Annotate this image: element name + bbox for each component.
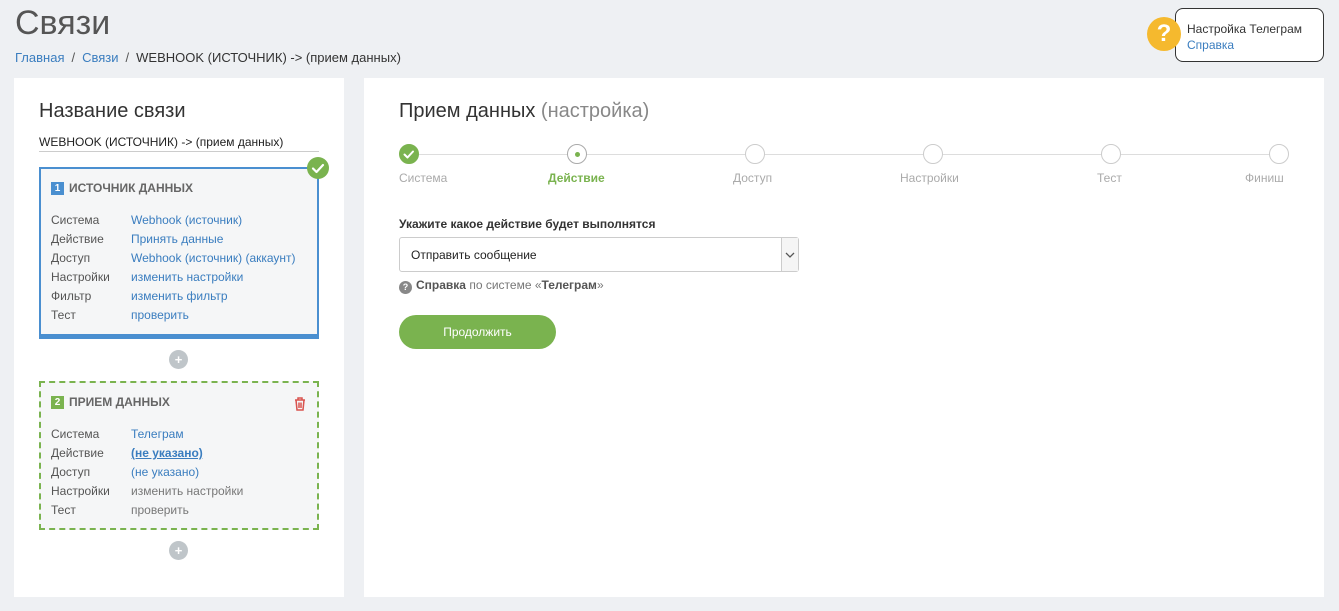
- step-label-settings: Настройки: [900, 171, 959, 185]
- trash-icon[interactable]: [293, 396, 307, 411]
- action-field-label: Укажите какое действие будет выполнятся: [399, 217, 656, 231]
- row-key: Настройки: [51, 270, 110, 284]
- breadcrumb-separator: /: [125, 50, 130, 65]
- step-label-system: Система: [399, 171, 448, 185]
- source-row-filter: Фильтр изменить фильтр: [51, 287, 296, 306]
- breadcrumb-separator: /: [71, 50, 76, 65]
- source-card-title: ИСТОЧНИК ДАННЫХ: [69, 181, 194, 195]
- row-key: Настройки: [51, 484, 110, 498]
- help-link[interactable]: Справка: [1187, 37, 1323, 53]
- action-select-value: Отправить сообщение: [411, 248, 537, 262]
- chevron-down-icon[interactable]: [781, 238, 798, 271]
- dest-row-access: Доступ (не указано): [51, 463, 243, 482]
- row-value-link[interactable]: (не указано): [131, 463, 199, 482]
- main-title-subtitle: (настройка): [540, 100, 650, 122]
- help-title: Настройка Телеграм: [1187, 22, 1302, 36]
- dest-card-rows: Система Телеграм Действие (не указано) Дос…: [51, 425, 243, 520]
- row-key: Действие: [51, 446, 104, 460]
- breadcrumb-home-link[interactable]: Главная: [15, 50, 64, 65]
- row-value-link[interactable]: проверить: [131, 306, 189, 325]
- source-card-header: 1 ИСТОЧНИК ДАННЫХ: [51, 181, 193, 195]
- row-value-link[interactable]: Webhook (источник): [131, 211, 242, 230]
- step-action-circle: [567, 144, 587, 164]
- row-key: Система: [51, 213, 100, 227]
- source-card[interactable]: 1 ИСТОЧНИК ДАННЫХ Система Webhook (источни…: [39, 157, 329, 339]
- row-key: Действие: [51, 232, 104, 246]
- help-hint: ? Справка по системе «Телеграм»: [399, 278, 604, 294]
- row-key: Тест: [51, 503, 76, 517]
- check-icon: [403, 150, 414, 159]
- breadcrumb-current: WEBHOOK (ИСТОЧНИК) -> (прием данных): [136, 50, 401, 65]
- hint-end: »: [596, 278, 604, 292]
- hint-text: по системе «: [465, 278, 542, 292]
- sidebar-title: Название связи: [39, 100, 186, 122]
- source-row-settings: Настройки изменить настройки: [51, 268, 296, 287]
- row-value-link[interactable]: Webhook (источник) (аккаунт): [131, 249, 296, 268]
- main-title: Прием данных (настройка): [399, 100, 649, 123]
- source-row-action: Действие Принять данные: [51, 230, 296, 249]
- row-value: проверить: [131, 503, 189, 517]
- step-settings-circle: [923, 144, 943, 164]
- row-value-link[interactable]: (не указано): [131, 444, 203, 463]
- hint-system: Телеграм: [541, 278, 597, 292]
- row-value-link[interactable]: Телеграм: [131, 425, 184, 444]
- page-title: Связи: [15, 4, 111, 42]
- main-panel: Прием данных (настройка) Система Действи…: [364, 78, 1324, 597]
- source-row-access: Доступ Webhook (источник) (аккаунт): [51, 249, 296, 268]
- row-value-link[interactable]: изменить настройки: [131, 268, 243, 287]
- dest-row-test: Тест проверить: [51, 501, 243, 520]
- breadcrumb: Главная / Связи / WEBHOOK (ИСТОЧНИК) -> (при…: [15, 50, 401, 65]
- step-access-circle: [745, 144, 765, 164]
- hint-help-link[interactable]: Справка: [416, 278, 466, 292]
- source-card-number: 1: [51, 182, 64, 195]
- question-icon: ?: [399, 281, 412, 294]
- row-key: Доступ: [51, 465, 91, 479]
- row-key: Доступ: [51, 251, 91, 265]
- continue-button[interactable]: Продолжить: [399, 315, 556, 349]
- source-row-system: Система Webhook (источник): [51, 211, 296, 230]
- source-card-rows: Система Webhook (источник) Действие Принят…: [51, 211, 296, 325]
- source-row-test: Тест проверить: [51, 306, 296, 325]
- step-label-action: Действие: [548, 171, 605, 185]
- row-key: Фильтр: [51, 289, 92, 303]
- dest-card-header: 2 ПРИЕМ ДАННЫХ: [51, 395, 170, 409]
- connection-sidebar: Название связи WEBHOOK (ИСТОЧНИК) -> (пр…: [14, 78, 344, 597]
- step-label-finish: Финиш: [1245, 171, 1284, 185]
- dest-card-title: ПРИЕМ ДАННЫХ: [69, 395, 170, 409]
- dest-row-settings: Настройки изменить настройки: [51, 482, 243, 501]
- row-key: Тест: [51, 308, 76, 322]
- main-title-text: Прием данных: [399, 100, 536, 122]
- dest-row-system: Система Телеграм: [51, 425, 243, 444]
- steps-progress-line: [409, 154, 1279, 155]
- step-finish-circle: [1269, 144, 1289, 164]
- step-label-access: Доступ: [733, 171, 773, 185]
- breadcrumb-section-link[interactable]: Связи: [82, 50, 118, 65]
- row-key: Система: [51, 427, 100, 441]
- check-icon: [307, 157, 329, 179]
- action-select[interactable]: Отправить сообщение: [399, 237, 799, 272]
- dest-card-number: 2: [51, 396, 64, 409]
- row-value-link[interactable]: Принять данные: [131, 230, 223, 249]
- destination-card[interactable]: 2 ПРИЕМ ДАННЫХ Система Телеграм Действие (н…: [39, 381, 319, 530]
- dest-row-action: Действие (не указано): [51, 444, 243, 463]
- step-test-circle: [1101, 144, 1121, 164]
- add-step-button[interactable]: +: [169, 541, 188, 560]
- connection-name-field[interactable]: WEBHOOK (ИСТОЧНИК) -> (прием данных): [39, 135, 319, 152]
- question-icon[interactable]: ?: [1147, 17, 1181, 51]
- add-step-button[interactable]: +: [169, 350, 188, 369]
- row-value: изменить настройки: [131, 484, 244, 498]
- help-box[interactable]: Настройка Телеграм Справка: [1175, 8, 1324, 62]
- step-label-test: Тест: [1097, 171, 1122, 185]
- step-system-circle: [399, 144, 419, 164]
- row-value-link[interactable]: изменить фильтр: [131, 287, 228, 306]
